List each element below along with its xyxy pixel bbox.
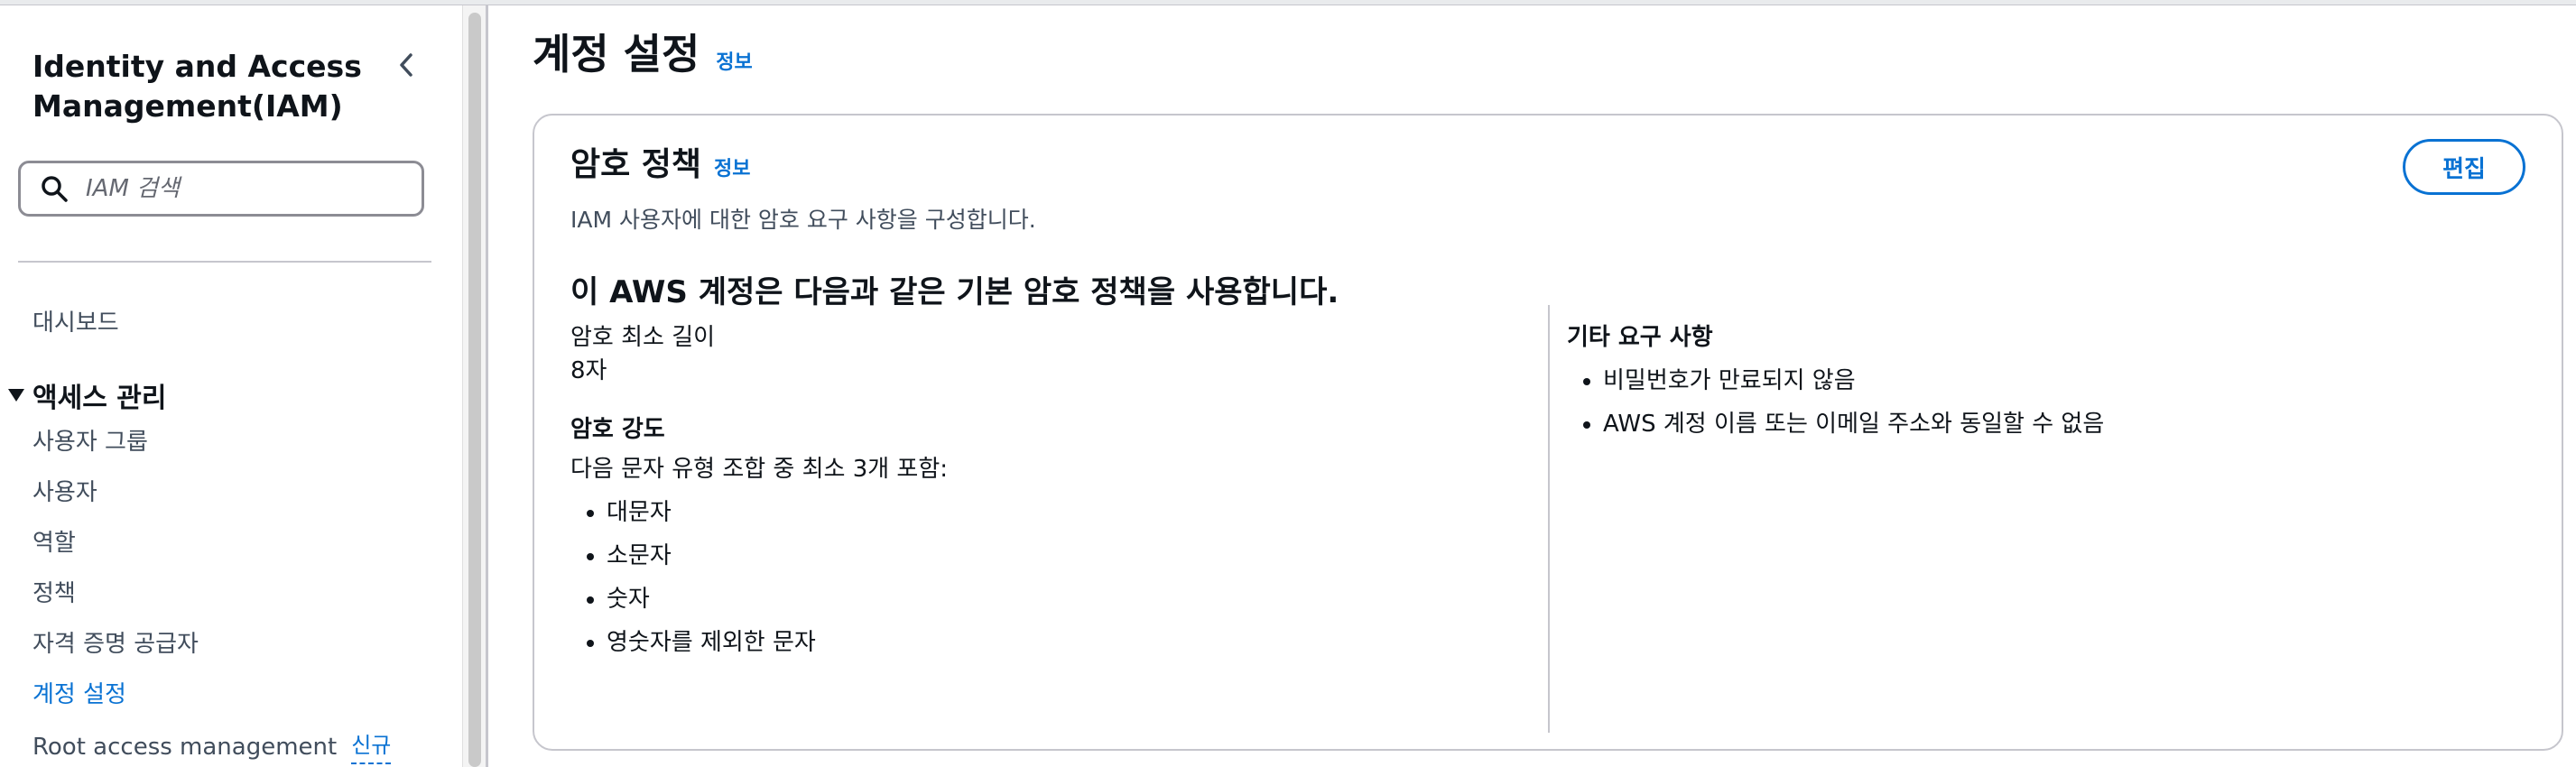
card-title: 암호 정책 (570, 146, 702, 183)
nav-item-users[interactable]: 사용자 (32, 476, 97, 509)
policy-right-column: 기타 요구 사항 비밀번호가 만료되지 않음 AWS 계정 이름 또는 이메일 … (1567, 321, 2524, 446)
list-item: 영숫자를 제외한 문자 (607, 621, 1527, 664)
page-title: 계정 설정 (533, 30, 700, 79)
list-item: AWS 계정 이름 또는 이메일 주소와 동일할 수 없음 (1603, 402, 2524, 446)
page-header: 계정 설정 정보 (533, 27, 753, 81)
other-requirements-title: 기타 요구 사항 (1567, 324, 1713, 351)
policy-heading: 이 AWS 계정은 다음과 같은 기본 암호 정책을 사용합니다. (570, 274, 1339, 310)
policy-left-column: 암호 최소 길이 8자 암호 강도 다음 문자 유형 조합 중 최소 3개 포함… (570, 321, 1527, 664)
chevron-left-icon (400, 53, 412, 77)
nav-border (486, 5, 488, 767)
min-length-value: 8자 (570, 357, 607, 384)
search-icon (42, 176, 68, 202)
nav-item-dashboard[interactable]: 대시보드 (32, 307, 119, 339)
new-badge: 신규 (351, 729, 392, 764)
nav-item-root-access-management[interactable]: Root access management 신규 (32, 729, 392, 764)
search-box[interactable] (18, 161, 424, 217)
column-divider (1548, 305, 1550, 733)
password-policy-card: 암호 정책 정보 IAM 사용자에 대한 암호 요구 사항을 구성합니다. 편집… (533, 114, 2563, 751)
search-input[interactable] (84, 174, 409, 203)
strength-list: 대문자 소문자 숫자 영숫자를 제외한 문자 (570, 491, 1527, 664)
list-item: 숫자 (607, 578, 1527, 621)
strength-title: 암호 강도 (570, 416, 665, 443)
nav-item-roles[interactable]: 역할 (32, 527, 76, 559)
nav-item-policies[interactable]: 정책 (32, 578, 76, 610)
list-item: 비밀번호가 만료되지 않음 (1603, 359, 2524, 402)
side-navigation: Identity and Access Management(IAM) 대시보드… (0, 5, 462, 767)
list-item: 소문자 (607, 534, 1527, 578)
caret-down-icon (0, 387, 32, 403)
list-item: 대문자 (607, 491, 1527, 534)
edit-button[interactable]: 편집 (2403, 139, 2525, 195)
page-info-link[interactable]: 정보 (716, 46, 752, 75)
strength-description: 다음 문자 유형 조합 중 최소 3개 포함: (570, 456, 949, 483)
nav-scrollbar-thumb[interactable] (468, 13, 481, 767)
card-info-link[interactable]: 정보 (714, 152, 750, 181)
nav-divider (18, 261, 431, 263)
nav-item-label: Root access management (32, 733, 338, 761)
nav-item-user-groups[interactable]: 사용자 그룹 (32, 426, 148, 458)
nav-section-access-management[interactable]: 액세스 관리 (0, 377, 167, 414)
nav-title[interactable]: Identity and Access Management(IAM) (32, 47, 394, 126)
nav-item-account-settings[interactable]: 계정 설정 (32, 679, 126, 711)
card-description: IAM 사용자에 대한 암호 요구 사항을 구성합니다. (570, 207, 1036, 233)
other-requirements-list: 비밀번호가 만료되지 않음 AWS 계정 이름 또는 이메일 주소와 동일할 수… (1567, 359, 2524, 446)
nav-section-label: 액세스 관리 (32, 383, 167, 414)
collapse-nav-button[interactable] (386, 45, 426, 85)
min-length-label: 암호 최소 길이 (570, 324, 716, 351)
card-header: 암호 정책 정보 (570, 144, 751, 186)
nav-item-identity-providers[interactable]: 자격 증명 공급자 (32, 628, 199, 661)
